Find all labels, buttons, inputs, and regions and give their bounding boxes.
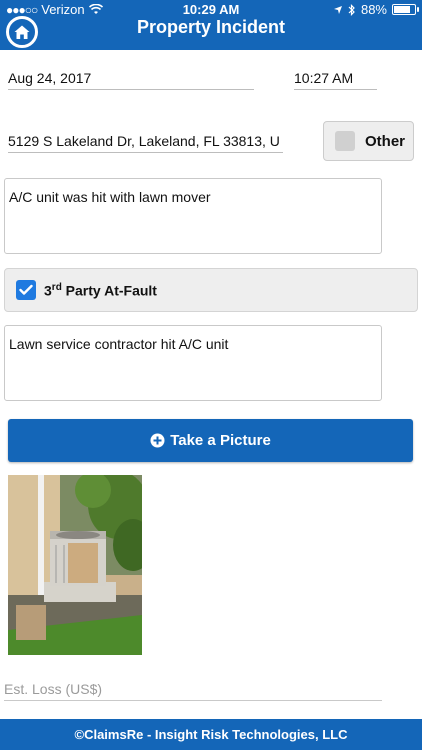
checkmark-icon <box>19 284 33 295</box>
other-label: Other <box>365 132 406 150</box>
incident-photo-thumbnail[interactable] <box>8 475 142 655</box>
take-picture-button[interactable]: Take a Picture <box>8 419 413 462</box>
nav-bar: Property Incident <box>0 16 422 50</box>
third-party-label-rest: Party At-Fault <box>61 282 157 299</box>
third-party-label-sup: rd <box>51 281 62 293</box>
time-field[interactable]: 10:27 AM <box>294 67 377 90</box>
page-title: Property Incident <box>136 17 286 37</box>
status-right: 88% <box>333 2 419 17</box>
plus-circle-icon <box>150 433 165 448</box>
location-icon <box>333 5 342 14</box>
ac-unit-photo <box>8 475 142 655</box>
other-checkbox[interactable] <box>335 131 355 151</box>
description-textarea[interactable]: A/C unit was hit with lawn mover <box>4 178 382 254</box>
take-picture-label: Take a Picture <box>170 432 271 449</box>
battery-percent: 88% <box>360 2 387 17</box>
battery-icon <box>392 4 419 15</box>
third-party-details-textarea[interactable]: Lawn service contractor hit A/C unit <box>4 325 382 401</box>
third-party-checkbox[interactable] <box>16 280 36 300</box>
footer: ©ClaimsRe - Insight Risk Technologies, L… <box>0 719 422 750</box>
other-checkbox-button[interactable]: Other <box>323 121 414 161</box>
battery-fill <box>394 6 410 13</box>
est-loss-field[interactable]: Est. Loss (US$) <box>4 678 382 701</box>
third-party-label: 3rd Party At-Fault <box>44 282 157 299</box>
address-field[interactable]: 5129 S Lakeland Dr, Lakeland, FL 33813, … <box>8 130 283 153</box>
date-field[interactable]: Aug 24, 2017 <box>8 67 254 90</box>
third-party-label-num: 3 <box>44 282 52 299</box>
bluetooth-icon <box>348 3 355 16</box>
third-party-at-fault-toggle[interactable]: 3rd Party At-Fault <box>4 268 418 312</box>
